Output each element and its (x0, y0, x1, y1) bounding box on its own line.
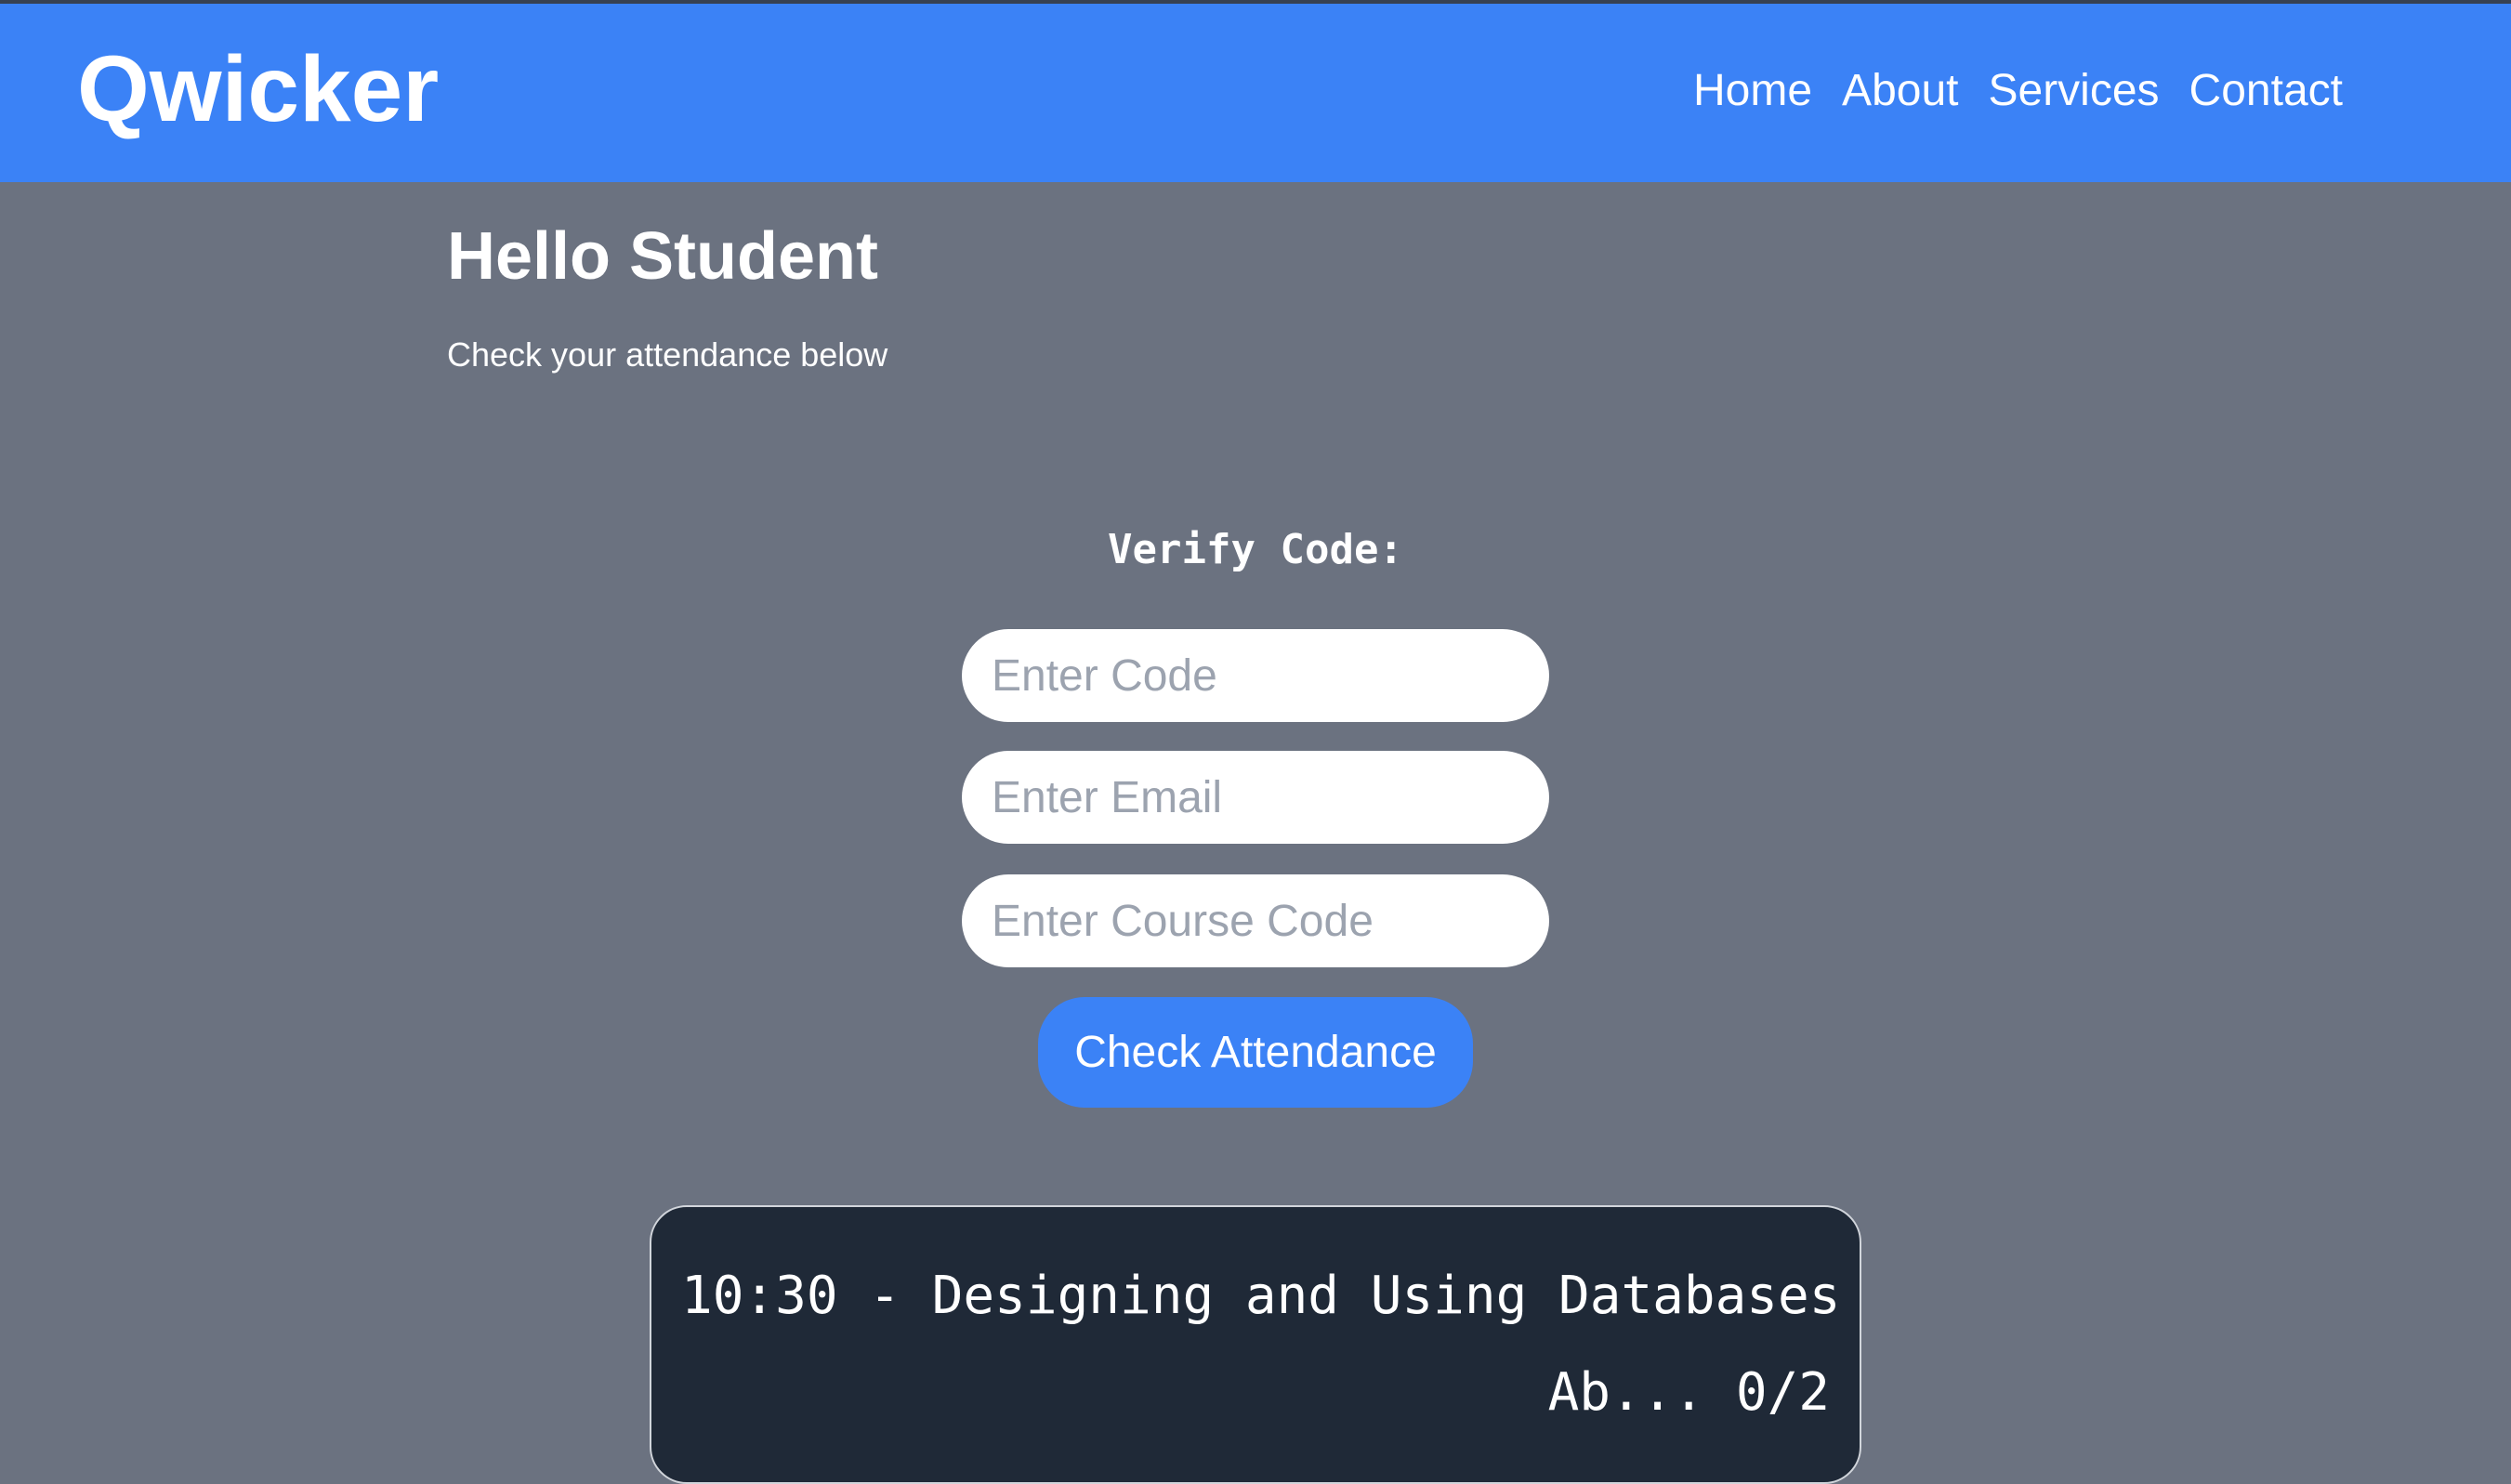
nav-about[interactable]: About (1842, 69, 1958, 113)
verify-code-label: Verify Code: (1108, 526, 1403, 573)
nav-contact[interactable]: Contact (2189, 69, 2343, 113)
email-input[interactable] (962, 751, 1549, 844)
main-nav: Home About Services Contact (1693, 69, 2343, 113)
page-subtitle: Check your attendance below (447, 335, 888, 374)
nav-home[interactable]: Home (1693, 69, 1812, 113)
course-code-input[interactable] (962, 874, 1549, 967)
nav-services[interactable]: Services (1988, 69, 2159, 113)
logo[interactable]: Qwicker (77, 43, 439, 136)
code-input[interactable] (962, 629, 1549, 722)
site-header: Qwicker Home About Services Contact (0, 4, 2511, 182)
attendance-card: 10:30 - Designing and Using Databases Ab… (650, 1205, 1861, 1484)
check-attendance-button[interactable]: Check Attendance (1038, 997, 1473, 1108)
attendance-card-title: 10:30 - Designing and Using Databases (681, 1266, 1841, 1326)
attendance-card-status: Ab... 0/2 (1547, 1362, 1830, 1423)
page-title: Hello Student (447, 219, 878, 294)
